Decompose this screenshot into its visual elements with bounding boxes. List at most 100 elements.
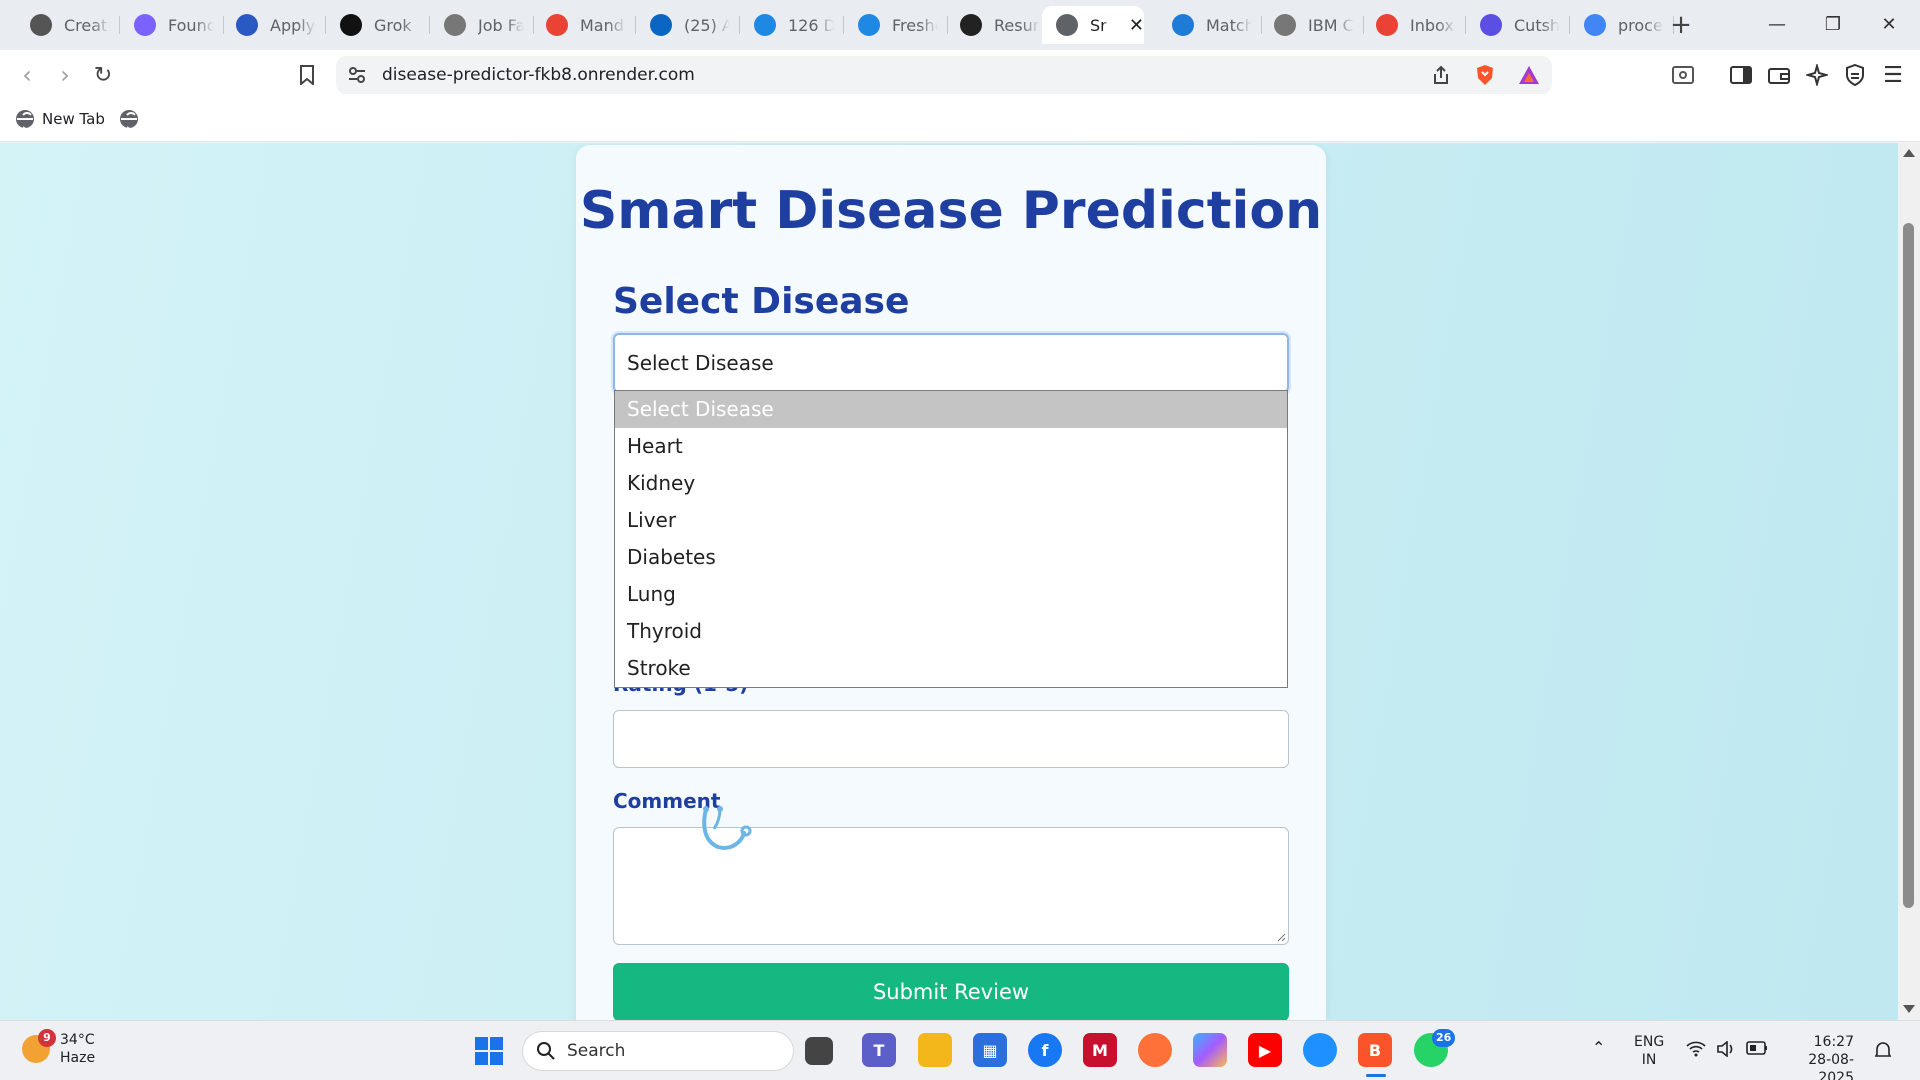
dropdown-option[interactable]: Diabetes bbox=[615, 539, 1287, 576]
dropdown-option[interactable]: Thyroid bbox=[615, 613, 1287, 650]
reload-button[interactable]: ↻ bbox=[86, 58, 120, 92]
leo-ai-icon[interactable] bbox=[1804, 62, 1830, 88]
page-viewport: Smart Disease Prediction Select Disease … bbox=[0, 143, 1898, 1020]
scrollbar-thumb[interactable] bbox=[1903, 223, 1914, 908]
tab-label: Cutsh bbox=[1514, 15, 1560, 35]
store-icon[interactable]: ▦ bbox=[973, 1033, 1007, 1067]
youtube-icon[interactable]: ▶ bbox=[1248, 1033, 1282, 1067]
volume-icon[interactable] bbox=[1716, 1040, 1736, 1062]
wallet-icon[interactable] bbox=[1766, 62, 1792, 88]
notifications-icon[interactable] bbox=[1874, 1041, 1892, 1064]
clock-time: 16:27 bbox=[1813, 1034, 1854, 1050]
brave-shields-icon[interactable] bbox=[1472, 62, 1498, 88]
tab-label: Found bbox=[168, 15, 214, 35]
tab-15[interactable]: proce bbox=[1570, 6, 1674, 44]
language-indicator[interactable]: ENG IN bbox=[1634, 1033, 1664, 1069]
copilot-icon[interactable] bbox=[1193, 1033, 1227, 1067]
tab-6[interactable]: (25) Al bbox=[636, 6, 740, 44]
disease-dropdown-list: Select Disease Heart Kidney Liver Diabetes Lu… bbox=[614, 390, 1288, 688]
scroll-up-arrow[interactable] bbox=[1903, 149, 1915, 157]
vpn-icon[interactable] bbox=[1842, 62, 1868, 88]
globe-icon bbox=[120, 110, 138, 128]
url-text[interactable]: disease-predictor-fkb8.onrender.com bbox=[382, 65, 695, 85]
tab-label: Apply bbox=[270, 15, 316, 35]
restore-button[interactable]: ❐ bbox=[1810, 6, 1856, 42]
firefox-icon[interactable] bbox=[1138, 1033, 1172, 1067]
tab-4[interactable]: Job Fa bbox=[430, 6, 534, 44]
tab-1[interactable]: Found bbox=[120, 6, 224, 44]
teams-icon[interactable]: T bbox=[862, 1033, 896, 1067]
menu-icon[interactable]: ☰ bbox=[1880, 62, 1906, 88]
submit-review-button[interactable]: Submit Review bbox=[613, 963, 1289, 1020]
wifi-icon[interactable] bbox=[1686, 1041, 1706, 1062]
openai-icon bbox=[960, 14, 982, 36]
tab-3[interactable]: Grok bbox=[326, 6, 430, 44]
sidebar-icon[interactable] bbox=[1728, 62, 1754, 88]
page-scrollbar[interactable] bbox=[1898, 143, 1920, 1020]
dropdown-option[interactable]: Liver bbox=[615, 502, 1287, 539]
dropdown-option[interactable]: Lung bbox=[615, 576, 1287, 613]
tab-label: 126 D bbox=[788, 15, 834, 35]
dropdown-option[interactable]: Heart bbox=[615, 428, 1287, 465]
tab-7[interactable]: 126 D bbox=[740, 6, 844, 44]
tab-14[interactable]: Cutsh bbox=[1466, 6, 1570, 44]
mcafee-icon[interactable]: M bbox=[1083, 1033, 1117, 1067]
brave-taskbar-icon[interactable]: B bbox=[1358, 1033, 1392, 1067]
bookmark-new-tab[interactable]: New Tab bbox=[16, 110, 105, 128]
site-info-icon[interactable] bbox=[344, 62, 370, 88]
tab-0[interactable]: Creati bbox=[16, 6, 120, 44]
apply-icon bbox=[236, 14, 258, 36]
weather-widget[interactable]: 9 34°C Haze bbox=[22, 1029, 96, 1067]
match-icon bbox=[1172, 14, 1194, 36]
perplexity-icon bbox=[134, 14, 156, 36]
tab-11[interactable]: Match bbox=[1158, 6, 1262, 44]
tab-10[interactable]: Sr ✕ bbox=[1042, 6, 1144, 44]
grok-icon bbox=[340, 14, 362, 36]
resize-grip-icon[interactable] bbox=[1276, 932, 1286, 942]
bookmark-button[interactable] bbox=[290, 58, 324, 92]
close-tab-icon[interactable]: ✕ bbox=[1129, 15, 1144, 36]
weather-badge: 9 bbox=[38, 1029, 56, 1047]
task-view-icon[interactable] bbox=[805, 1037, 833, 1065]
address-bar[interactable]: disease-predictor-fkb8.onrender.com bbox=[336, 56, 1552, 94]
close-window-button[interactable]: ✕ bbox=[1866, 6, 1912, 42]
is-icon bbox=[858, 14, 880, 36]
taskbar-search[interactable]: Search bbox=[522, 1031, 794, 1071]
dropdown-option[interactable]: Select Disease bbox=[615, 391, 1287, 428]
language-text: ENG bbox=[1634, 1034, 1665, 1050]
rating-input[interactable] bbox=[613, 710, 1289, 768]
tab-2[interactable]: Apply bbox=[222, 6, 326, 44]
tab-5[interactable]: Mand bbox=[532, 6, 636, 44]
tray-chevron-icon[interactable]: ⌃ bbox=[1592, 1039, 1605, 1057]
ibm-icon bbox=[1274, 14, 1296, 36]
minimize-button[interactable]: — bbox=[1754, 6, 1800, 42]
windows-taskbar: 9 34°C Haze Search T ▦ f M ▶ B 26 ⌃ ENG … bbox=[0, 1020, 1920, 1080]
clock[interactable]: 16:27 28-08-2025 bbox=[1784, 1033, 1854, 1080]
dropdown-option[interactable]: Stroke bbox=[615, 650, 1287, 687]
facebook-icon[interactable]: f bbox=[1028, 1033, 1062, 1067]
brave-rewards-icon[interactable] bbox=[1516, 62, 1542, 88]
tab-label: Grok bbox=[374, 15, 412, 35]
back-button[interactable]: ‹ bbox=[10, 58, 44, 92]
clock-date: 28-08-2025 bbox=[1808, 1052, 1854, 1080]
bookmark-globe[interactable] bbox=[120, 110, 138, 128]
bookmarks-bar: New Tab bbox=[0, 100, 1920, 142]
disease-select[interactable]: Select Disease bbox=[613, 333, 1289, 393]
forward-button[interactable]: › bbox=[48, 58, 82, 92]
new-tab-button[interactable]: + bbox=[1664, 8, 1698, 42]
weather-condition: Haze bbox=[60, 1050, 96, 1066]
start-button[interactable] bbox=[472, 1034, 506, 1068]
tab-8[interactable]: Freshe bbox=[844, 6, 948, 44]
share-icon[interactable] bbox=[1428, 62, 1454, 88]
scroll-down-arrow[interactable] bbox=[1903, 1005, 1915, 1013]
battery-icon[interactable] bbox=[1746, 1041, 1768, 1060]
bookmark-label: New Tab bbox=[42, 110, 105, 128]
tab-9[interactable]: Resum bbox=[946, 6, 1050, 44]
tab-12[interactable]: IBM C bbox=[1260, 6, 1364, 44]
search-placeholder: Search bbox=[567, 1041, 626, 1061]
reader-mode-icon[interactable] bbox=[1670, 62, 1696, 88]
file-explorer-icon[interactable] bbox=[918, 1033, 952, 1067]
tab-13[interactable]: Inbox bbox=[1362, 6, 1466, 44]
weather-app-icon[interactable] bbox=[1303, 1033, 1337, 1067]
dropdown-option[interactable]: Kidney bbox=[615, 465, 1287, 502]
